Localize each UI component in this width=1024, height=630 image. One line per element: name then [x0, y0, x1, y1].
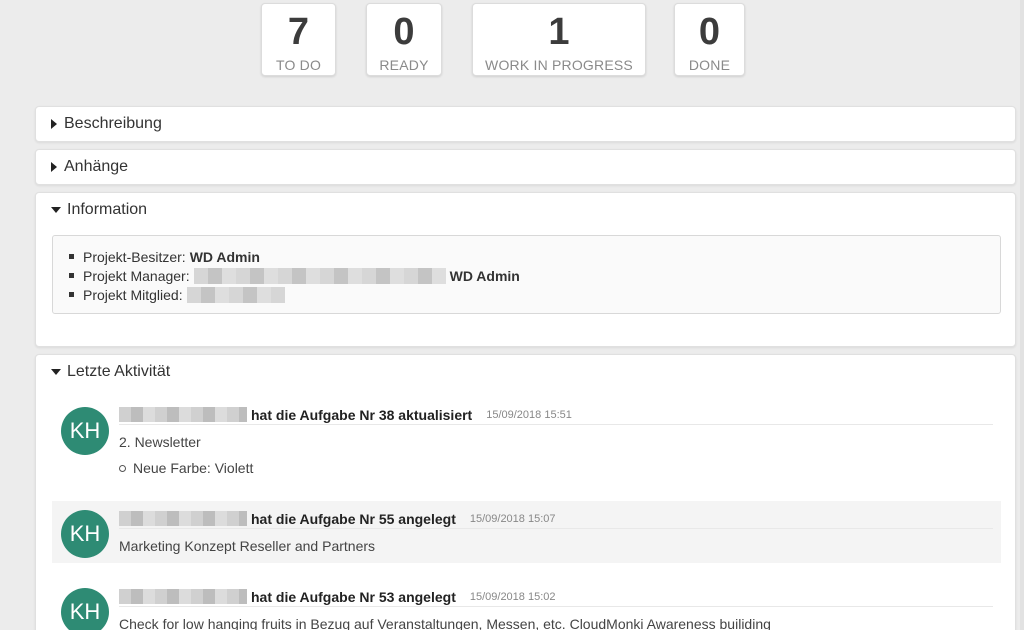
bullet-square-icon — [69, 273, 74, 278]
avatar: KH — [61, 588, 109, 630]
activity-task-title: Check for low hanging fruits in Bezug au… — [119, 616, 771, 630]
project-owner-value: WD Admin — [189, 248, 260, 265]
project-manager-row: Projekt Manager: WD Admin — [69, 266, 1000, 285]
stat-work-in-progress[interactable]: 1 WORK IN PROGRESS — [472, 3, 646, 76]
caret-down-icon — [51, 369, 61, 375]
panel-beschreibung-title: Beschreibung — [64, 115, 162, 132]
project-info-box: Projekt-Besitzer: WD Admin Projekt Manag… — [52, 235, 1001, 314]
panel-information-toggle[interactable]: Information — [36, 193, 1015, 227]
activity-task-title: 2. Newsletter — [119, 434, 201, 450]
stat-ready[interactable]: 0 READY — [366, 3, 442, 76]
redacted-names — [193, 267, 446, 284]
project-member-row: Projekt Mitglied: — [69, 285, 1000, 304]
bullet-square-icon — [69, 254, 74, 259]
caret-down-icon — [51, 207, 61, 213]
activity-item: KH hat die Aufgabe Nr 55 angelegt 15/09/… — [52, 501, 1001, 563]
stat-todo[interactable]: 7 TO DO — [261, 3, 336, 76]
panel-anhaenge: Anhänge — [35, 149, 1016, 185]
stat-done[interactable]: 0 DONE — [674, 3, 745, 76]
panel-beschreibung: Beschreibung — [35, 106, 1016, 142]
activity-item: KH hat die Aufgabe Nr 53 angelegt 15/09/… — [52, 577, 1001, 630]
activity-change-text: Neue Farbe: Violett — [133, 460, 254, 476]
redacted-names — [186, 286, 285, 303]
stat-todo-count: 7 — [287, 11, 310, 53]
stat-wip-label: WORK IN PROGRESS — [485, 57, 633, 73]
activity-action: hat die Aufgabe Nr 38 aktualisiert — [251, 406, 473, 423]
activity-timestamp: 15/09/2018 15:02 — [469, 590, 556, 603]
stat-done-label: DONE — [688, 57, 731, 73]
avatar: KH — [61, 407, 109, 455]
activity-item: KH hat die Aufgabe Nr 38 aktualisiert 15… — [52, 399, 1001, 489]
bullet-square-icon — [69, 292, 74, 297]
activity-timestamp: 15/09/2018 15:51 — [486, 408, 572, 421]
activity-header: hat die Aufgabe Nr 55 angelegt 15/09/201… — [119, 509, 993, 529]
project-owner-row: Projekt-Besitzer: WD Admin — [69, 247, 1000, 266]
scrollbar[interactable] — [1020, 0, 1024, 630]
project-owner-label: Projekt-Besitzer: — [83, 248, 186, 265]
panel-beschreibung-toggle[interactable]: Beschreibung — [36, 107, 1015, 141]
activity-change: Neue Farbe: Violett — [119, 460, 253, 476]
panel-information: Information Projekt-Besitzer: WD Admin P… — [35, 192, 1016, 347]
panel-anhaenge-title: Anhänge — [64, 158, 129, 175]
project-manager-label: Projekt Manager: — [83, 267, 190, 284]
project-member-label: Projekt Mitglied: — [83, 286, 183, 303]
redacted-user — [119, 511, 247, 526]
panel-activity-toggle[interactable]: Letzte Aktivität — [36, 355, 1015, 389]
caret-right-icon — [51, 119, 57, 129]
stat-ready-count: 0 — [393, 11, 415, 53]
activity-action: hat die Aufgabe Nr 53 angelegt — [251, 588, 456, 605]
panel-activity-title: Letzte Aktivität — [67, 363, 171, 380]
panel-anhaenge-toggle[interactable]: Anhänge — [36, 150, 1015, 184]
activity-task-title: Marketing Konzept Reseller and Partners — [119, 538, 376, 554]
redacted-user — [119, 407, 247, 422]
project-manager-value: WD Admin — [449, 267, 520, 284]
caret-right-icon — [51, 162, 57, 172]
bullet-circle-icon — [119, 465, 126, 472]
activity-header: hat die Aufgabe Nr 38 aktualisiert 15/09… — [119, 405, 993, 425]
stat-ready-label: READY — [379, 57, 429, 73]
stat-todo-label: TO DO — [275, 57, 322, 73]
avatar: KH — [61, 510, 109, 558]
activity-timestamp: 15/09/2018 15:07 — [469, 512, 556, 525]
activity-header: hat die Aufgabe Nr 53 angelegt 15/09/201… — [119, 587, 993, 607]
status-counters: 7 TO DO 0 READY 1 WORK IN PROGRESS 0 DON… — [0, 3, 1024, 77]
stat-wip-count: 1 — [548, 11, 570, 53]
activity-action: hat die Aufgabe Nr 55 angelegt — [251, 510, 456, 527]
stat-done-count: 0 — [698, 11, 721, 53]
panel-information-title: Information — [67, 201, 148, 218]
panel-activity: Letzte Aktivität KH hat die Aufgabe Nr 3… — [35, 354, 1016, 630]
redacted-user — [119, 589, 247, 604]
